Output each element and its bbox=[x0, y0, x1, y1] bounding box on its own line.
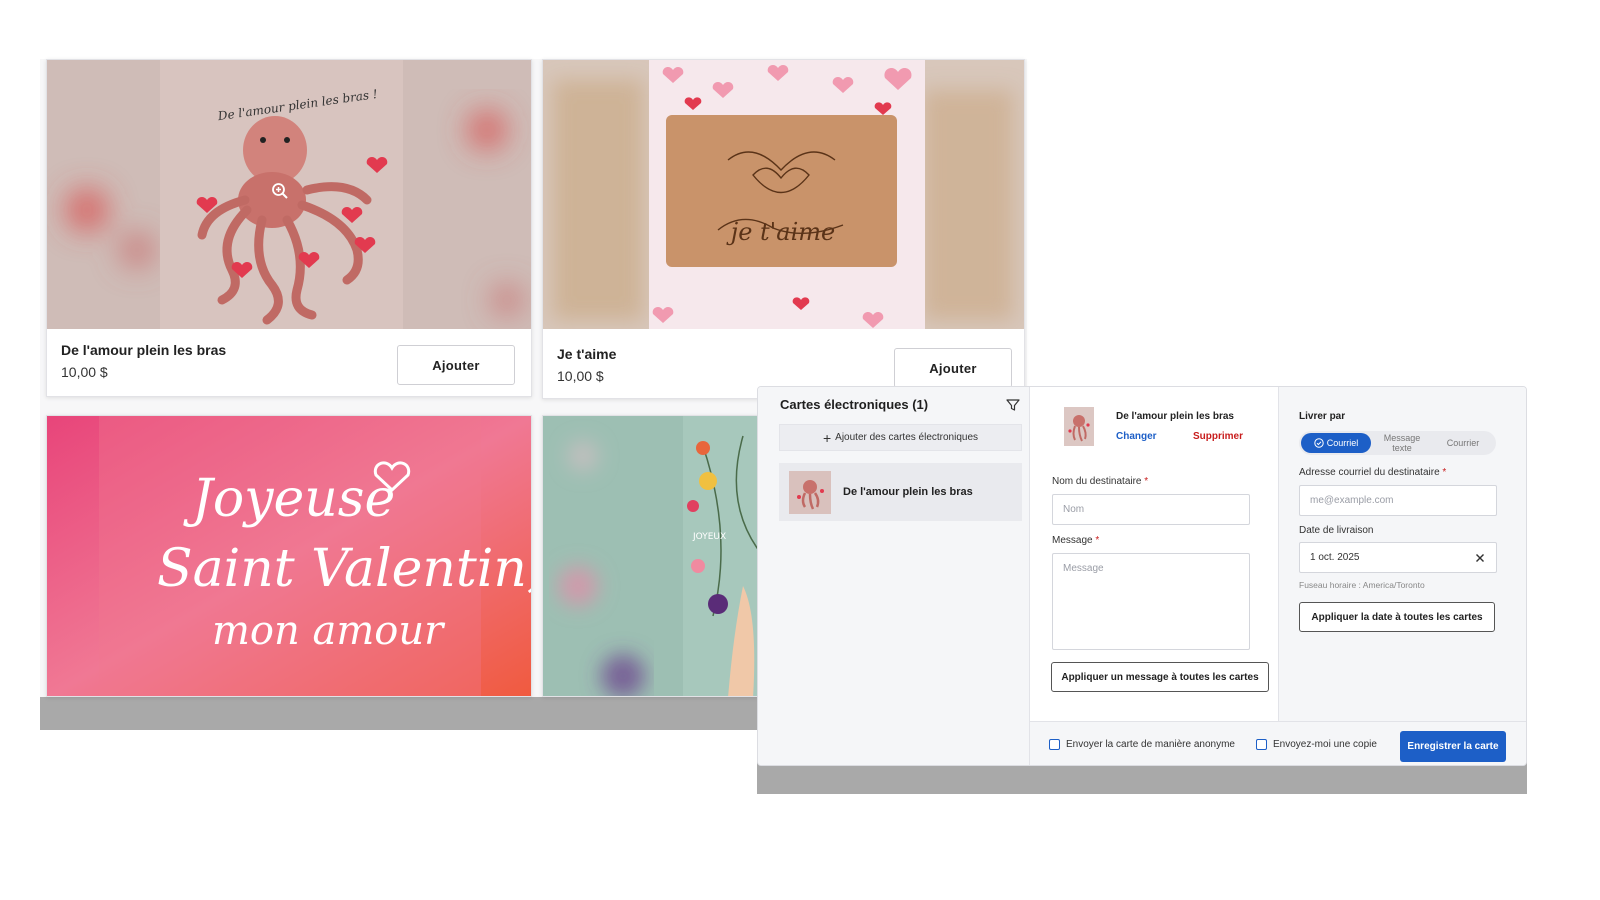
save-card-button[interactable]: Enregistrer la carte bbox=[1400, 731, 1506, 762]
product-image-saint-valentin[interactable]: Joyeuse Saint Valentin, mon amour bbox=[47, 416, 531, 696]
delivery-date-label: Date de livraison bbox=[1299, 525, 1374, 536]
anonymous-checkbox-row[interactable]: Envoyer la carte de manière anonyme bbox=[1049, 739, 1235, 750]
modal-footer: Envoyer la carte de manière anonyme Envo… bbox=[1030, 721, 1526, 765]
product-image-wood-card[interactable]: je t'aime bbox=[543, 60, 1024, 329]
valentin-art-line2: Saint Valentin, bbox=[157, 539, 531, 599]
deliver-by-label: Livrer par bbox=[1299, 411, 1346, 422]
delivery-method-toggle: Courriel Message texte Courrier bbox=[1299, 431, 1496, 455]
ecard-list-title: Cartes électroniques (1) bbox=[780, 397, 929, 412]
close-icon[interactable] bbox=[1474, 552, 1486, 564]
add-ecards-button[interactable]: + Ajouter des cartes électroniques bbox=[779, 424, 1022, 451]
delivery-option-email[interactable]: Courriel bbox=[1301, 433, 1371, 453]
add-to-cart-button[interactable]: Ajouter bbox=[894, 348, 1012, 388]
wood-card-art-text: je t'aime bbox=[726, 218, 835, 246]
selected-card-thumbnail bbox=[1064, 407, 1094, 446]
product-price: 10,00 $ bbox=[61, 364, 108, 380]
product-image-octopus[interactable]: De l'amour plein les bras ! bbox=[47, 60, 531, 329]
required-mark: * bbox=[1144, 476, 1149, 487]
product-card-saint-valentin[interactable]: Joyeuse Saint Valentin, mon amour bbox=[46, 415, 532, 697]
delivery-option-sms[interactable]: Message texte bbox=[1373, 431, 1431, 455]
message-label: Message * bbox=[1052, 535, 1099, 546]
send-copy-checkbox[interactable] bbox=[1256, 739, 1267, 750]
filter-icon[interactable] bbox=[1006, 398, 1020, 412]
required-mark: * bbox=[1442, 467, 1447, 478]
recipient-email-label-text: Adresse courriel du destinataire bbox=[1299, 467, 1440, 478]
recipient-name-label: Nom du destinataire * bbox=[1052, 476, 1148, 487]
anonymous-checkbox-label: Envoyer la carte de manière anonyme bbox=[1066, 739, 1235, 750]
recipient-form-pane: De l'amour plein les bras Changer Suppri… bbox=[1030, 387, 1278, 721]
recipient-name-input[interactable] bbox=[1052, 494, 1250, 525]
add-to-cart-button[interactable]: Ajouter bbox=[397, 345, 515, 385]
send-copy-checkbox-row[interactable]: Envoyez-moi une copie bbox=[1256, 739, 1377, 750]
send-copy-checkbox-label: Envoyez-moi une copie bbox=[1273, 739, 1377, 750]
timezone-text: Fuseau horaire : America/Toronto bbox=[1299, 580, 1425, 590]
ecard-thumbnail bbox=[789, 470, 831, 514]
recipient-name-label-text: Nom du destinataire bbox=[1052, 476, 1142, 487]
add-ecards-label: Ajouter des cartes électroniques bbox=[835, 432, 979, 443]
grid-shadow-band bbox=[40, 697, 760, 730]
anonymous-checkbox[interactable] bbox=[1049, 739, 1060, 750]
required-mark: * bbox=[1095, 535, 1100, 546]
selected-card-name: De l'amour plein les bras bbox=[1116, 411, 1234, 422]
product-name: Je t'aime bbox=[557, 346, 617, 362]
delivery-date-input[interactable]: 1 oct. 2025 bbox=[1299, 542, 1497, 573]
apply-message-all-button[interactable]: Appliquer un message à toutes les cartes bbox=[1051, 662, 1269, 692]
message-textarea[interactable] bbox=[1052, 553, 1250, 650]
delivery-date-value: 1 oct. 2025 bbox=[1310, 552, 1360, 563]
change-card-link[interactable]: Changer bbox=[1116, 431, 1157, 442]
product-price: 10,00 $ bbox=[557, 368, 604, 384]
product-name: De l'amour plein les bras bbox=[61, 342, 227, 358]
product-card-jetaime[interactable]: je t'aime Je t'aime 10,00 $ Ajouter bbox=[542, 59, 1025, 399]
ecard-modal: Cartes électroniques (1) + Ajouter des c… bbox=[757, 386, 1527, 766]
valentin-art-line1: Joyeuse bbox=[183, 469, 395, 529]
delivery-option-mail[interactable]: Courrier bbox=[1432, 431, 1494, 455]
apply-date-all-button[interactable]: Appliquer la date à toutes les cartes bbox=[1299, 602, 1495, 632]
plus-icon: + bbox=[822, 429, 832, 446]
ecard-list-pane: Cartes électroniques (1) + Ajouter des c… bbox=[758, 387, 1030, 765]
ecard-list-item[interactable]: De l'amour plein les bras bbox=[779, 463, 1022, 521]
valentin-art-line3: mon amour bbox=[212, 608, 446, 654]
delivery-option-email-label: Courriel bbox=[1326, 438, 1359, 448]
product-card-amour[interactable]: De l'amour plein les bras ! De l'amour p… bbox=[46, 59, 532, 397]
zoom-icon[interactable] bbox=[271, 182, 289, 200]
ecard-list-item-label: De l'amour plein les bras bbox=[843, 486, 973, 498]
message-label-text: Message bbox=[1052, 535, 1093, 546]
check-circle-icon bbox=[1314, 438, 1324, 448]
recipient-email-input[interactable] bbox=[1299, 485, 1497, 516]
delivery-pane: Livrer par Courriel Message texte Courri… bbox=[1278, 387, 1526, 721]
recipient-email-label: Adresse courriel du destinataire * bbox=[1299, 467, 1446, 478]
floral-art-text: JOYEUX bbox=[692, 532, 726, 542]
delete-card-link[interactable]: Supprimer bbox=[1193, 431, 1243, 442]
